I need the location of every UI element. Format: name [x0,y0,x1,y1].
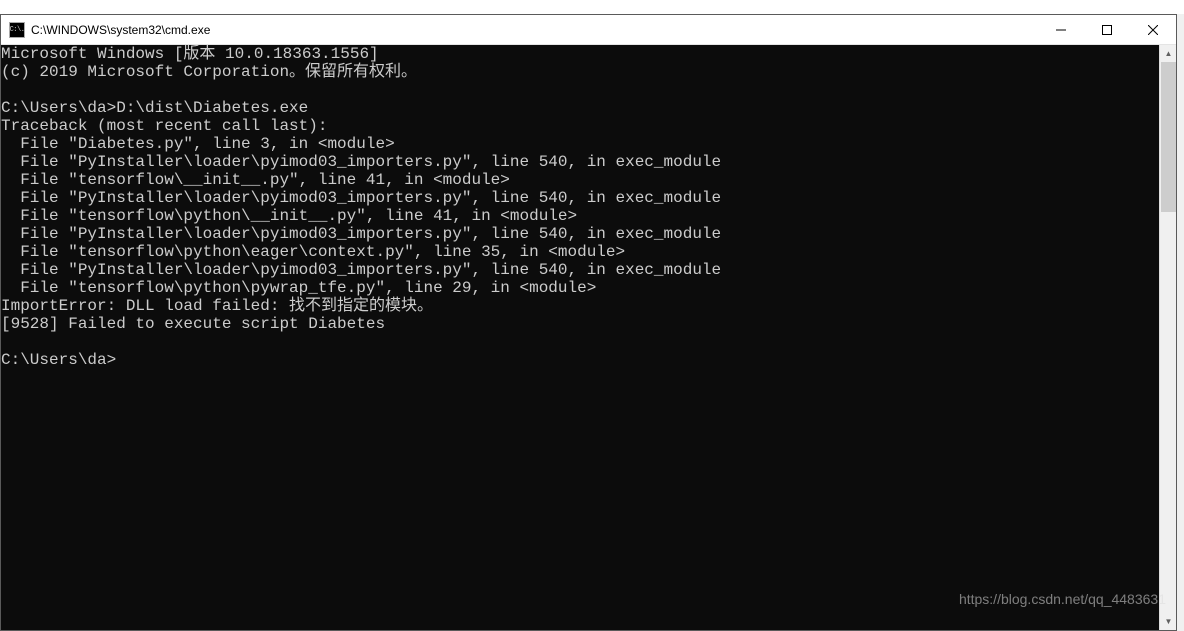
terminal-output[interactable]: Microsoft Windows [版本 10.0.18363.1556] (… [1,45,1159,630]
browser-tab-strip-fragment [0,0,1184,14]
minimize-button[interactable] [1038,15,1084,44]
window-title: C:\WINDOWS\system32\cmd.exe [31,23,1038,37]
window-controls [1038,15,1176,44]
cmd-icon: C:\. [9,22,25,38]
close-button[interactable] [1130,15,1176,44]
scroll-up-arrow[interactable]: ▲ [1160,45,1176,62]
titlebar: C:\. C:\WINDOWS\system32\cmd.exe [1,15,1176,45]
terminal-area: Microsoft Windows [版本 10.0.18363.1556] (… [1,45,1176,630]
scrollbar-thumb[interactable] [1161,62,1176,212]
cmd-window: C:\. C:\WINDOWS\system32\cmd.exe Microso… [0,14,1177,631]
vertical-scrollbar[interactable]: ▲ ▼ [1159,45,1176,630]
maximize-button[interactable] [1084,15,1130,44]
